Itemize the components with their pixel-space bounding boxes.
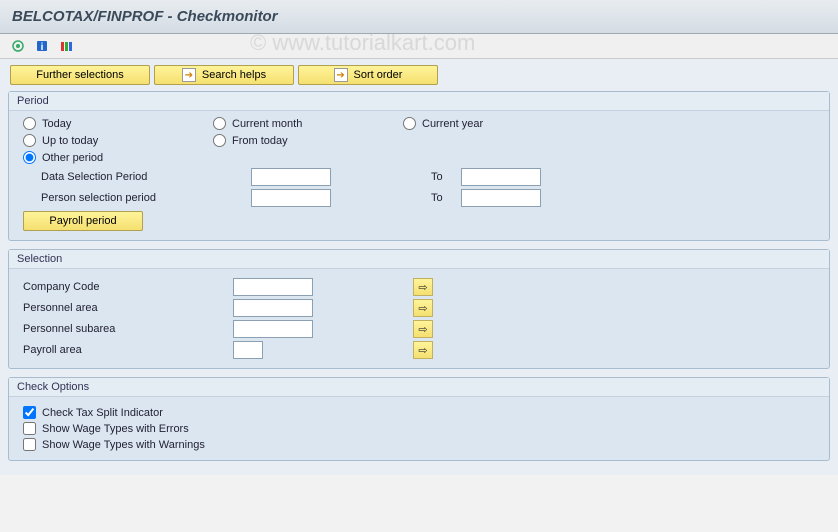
label-up-to-today: Up to today [42,135,98,147]
input-personnel-subarea[interactable] [233,320,313,338]
label-data-selection-period: Data Selection Period [23,171,251,183]
search-helps-button[interactable]: ➔ Search helps [154,65,294,85]
multi-select-personnel-area[interactable]: ⇨ [413,299,433,317]
radio-today[interactable] [23,117,36,130]
label-person-selection-period: Person selection period [23,192,251,204]
payroll-period-button[interactable]: Payroll period [23,211,143,231]
arrow-right-icon: ➔ [182,68,196,82]
label-personnel-subarea: Personnel subarea [23,323,233,335]
period-group-title: Period [9,92,829,111]
action-toolbar: Further selections ➔ Search helps ➔ Sort… [8,65,830,85]
checkbox-tax-split[interactable] [23,406,36,419]
label-from-today: From today [232,135,288,147]
input-company-code[interactable] [233,278,313,296]
selection-group: Selection Company Code ⇨ Personnel area … [8,249,830,369]
arrow-right-icon: ➔ [334,68,348,82]
input-person-selection-from[interactable] [251,189,331,207]
radio-from-today[interactable] [213,134,226,147]
input-data-selection-to[interactable] [461,168,541,186]
period-group: Period Today Current month Current year [8,91,830,241]
radio-up-to-today[interactable] [23,134,36,147]
sort-order-button[interactable]: ➔ Sort order [298,65,438,85]
label-show-warnings: Show Wage Types with Warnings [42,439,205,451]
radio-other-period[interactable] [23,151,36,164]
svg-text:i: i [41,42,44,53]
label-to: To [431,192,461,204]
check-options-group: Check Options Check Tax Split Indicator … [8,377,830,461]
label-tax-split: Check Tax Split Indicator [42,407,163,419]
label-company-code: Company Code [23,281,233,293]
radio-current-year[interactable] [403,117,416,130]
label-other-period: Other period [42,152,103,164]
multi-select-personnel-subarea[interactable]: ⇨ [413,320,433,338]
selection-group-title: Selection [9,250,829,269]
label-current-month: Current month [232,118,302,130]
execute-icon[interactable] [8,37,28,55]
color-bars-icon[interactable] [56,37,76,55]
label-payroll-area: Payroll area [23,344,233,356]
info-icon[interactable]: i [32,37,52,55]
multi-select-company-code[interactable]: ⇨ [413,278,433,296]
label-current-year: Current year [422,118,483,130]
window-title: BELCOTAX/FINPROF - Checkmonitor [12,8,278,25]
label-to: To [431,171,461,183]
label-show-errors: Show Wage Types with Errors [42,423,189,435]
multi-select-payroll-area[interactable]: ⇨ [413,341,433,359]
system-toolbar: i [0,34,838,59]
window-title-bar: BELCOTAX/FINPROF - Checkmonitor [0,0,838,34]
check-options-group-title: Check Options [9,378,829,397]
input-personnel-area[interactable] [233,299,313,317]
checkbox-show-errors[interactable] [23,422,36,435]
input-data-selection-from[interactable] [251,168,331,186]
input-person-selection-to[interactable] [461,189,541,207]
label-personnel-area: Personnel area [23,302,233,314]
checkbox-show-warnings[interactable] [23,438,36,451]
radio-current-month[interactable] [213,117,226,130]
further-selections-button[interactable]: Further selections [10,65,150,85]
label-today: Today [42,118,71,130]
input-payroll-area[interactable] [233,341,263,359]
